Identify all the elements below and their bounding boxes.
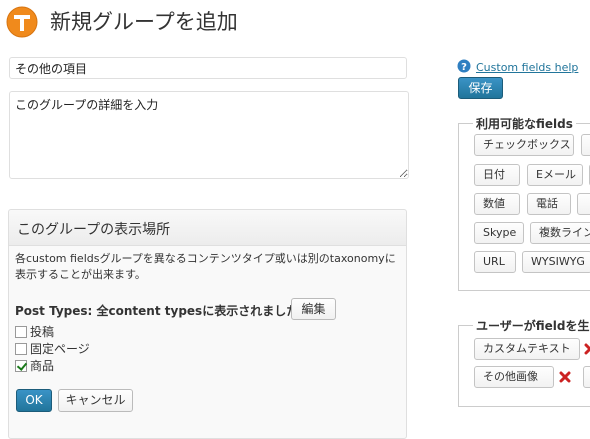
field-button-url[interactable]: URL bbox=[474, 251, 516, 273]
user-fields-legend: ユーザーがfieldを生 bbox=[473, 317, 590, 334]
group-name-input[interactable] bbox=[9, 57, 407, 79]
custom-fields-help-link[interactable]: Custom fields help bbox=[476, 61, 578, 74]
field-button-checkbox[interactable]: チェックボックス bbox=[474, 134, 574, 156]
svg-text:?: ? bbox=[461, 62, 467, 73]
user-field-other-image[interactable]: その他画像 bbox=[474, 366, 554, 388]
field-button-phone[interactable]: 電話 bbox=[527, 193, 571, 215]
edit-button[interactable]: 編集 bbox=[291, 298, 336, 320]
cancel-button[interactable]: キャンセル bbox=[58, 389, 133, 412]
ok-button[interactable]: OK bbox=[16, 389, 52, 412]
help-icon[interactable]: ? bbox=[457, 59, 471, 73]
user-fields-box: ユーザーがfieldを生 カスタムテキスト その他画像 bbox=[458, 317, 590, 407]
panel-title: このグループの表示場所 bbox=[17, 222, 171, 238]
checkbox[interactable] bbox=[15, 343, 27, 355]
group-description-input[interactable] bbox=[9, 91, 409, 179]
post-type-label: 投稿 bbox=[30, 325, 55, 339]
field-button-truncated[interactable] bbox=[581, 134, 590, 156]
field-button-truncated[interactable] bbox=[583, 366, 590, 388]
save-button[interactable]: 保存 bbox=[458, 77, 503, 99]
post-type-option[interactable]: 商品 bbox=[15, 357, 54, 373]
delete-icon[interactable] bbox=[584, 343, 590, 355]
checkbox-checked[interactable] bbox=[15, 360, 27, 372]
checkbox[interactable] bbox=[15, 326, 27, 338]
post-type-label: 固定ページ bbox=[30, 342, 90, 356]
field-button-wysiwyg[interactable]: WYSIWYG bbox=[522, 251, 590, 273]
panel-description: 各custom fieldsグループを異なるコンテンツタイプ或いは別のtaxon… bbox=[15, 252, 396, 281]
post-type-option[interactable]: 投稿 bbox=[15, 323, 54, 339]
panel-header: このグループの表示場所 bbox=[9, 210, 406, 246]
field-button-date[interactable]: 日付 bbox=[474, 164, 520, 186]
post-types-label: Post Types: 全content typesに表示されました bbox=[15, 304, 299, 318]
logo-icon bbox=[6, 6, 38, 38]
user-field-custom-text[interactable]: カスタムテキスト bbox=[474, 338, 580, 360]
field-button-multiline[interactable]: 複数ライン bbox=[530, 222, 590, 244]
field-button-email[interactable]: Eメール bbox=[527, 164, 583, 186]
field-button-truncated[interactable] bbox=[577, 193, 590, 215]
available-fields-box: 利用可能なfields チェックボックス 日付 Eメール 数値 電話 Skype… bbox=[458, 115, 590, 291]
post-type-label: 商品 bbox=[30, 359, 55, 373]
field-button-number[interactable]: 数値 bbox=[474, 193, 520, 215]
field-button-skype[interactable]: Skype bbox=[474, 222, 524, 244]
available-fields-legend: 利用可能なfields bbox=[473, 115, 576, 132]
post-type-option[interactable]: 固定ページ bbox=[15, 340, 90, 356]
delete-icon[interactable] bbox=[559, 371, 571, 383]
page-title: 新規グループを追加 bbox=[50, 10, 238, 34]
